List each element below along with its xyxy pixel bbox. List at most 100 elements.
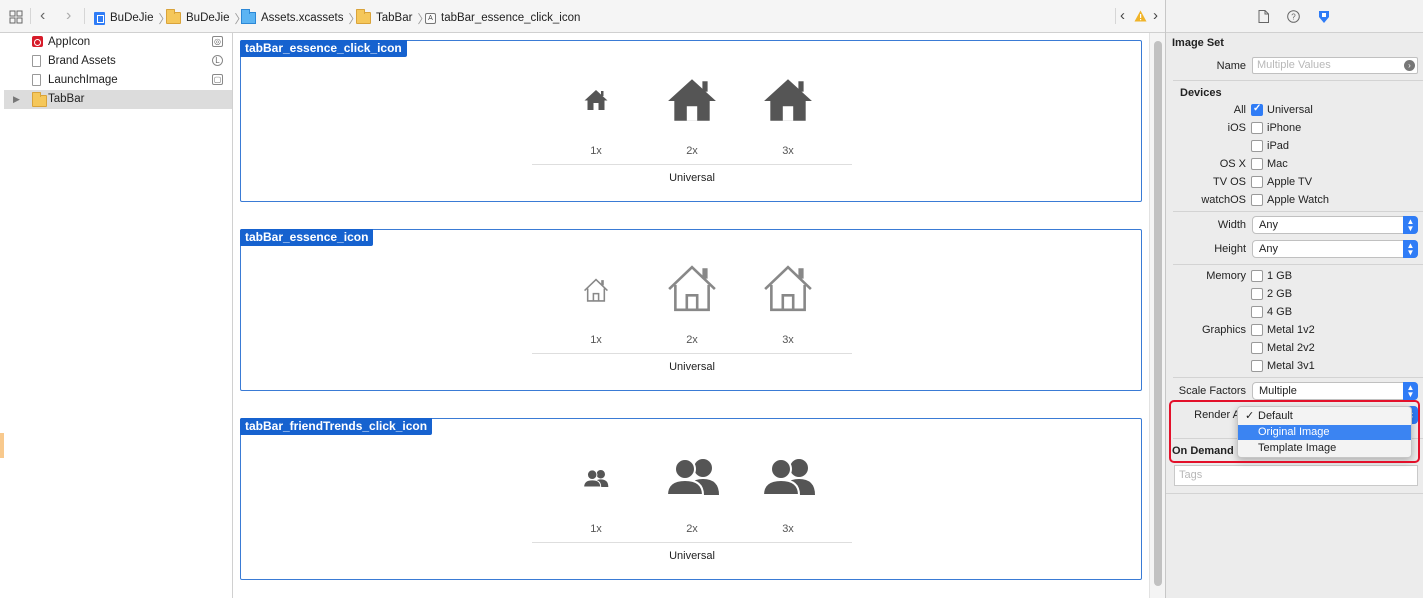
slot-3x-image[interactable] [762,264,814,312]
vertical-scrollbar[interactable] [1149,33,1165,598]
app-icon [32,36,43,47]
people-filled-icon [761,458,815,495]
checkbox-label: iPad [1267,140,1290,152]
nav-item-brand-assets[interactable]: Brand Assets L [4,52,232,71]
launch-badge-icon: ▢ [212,74,223,85]
slot-label-3x: 3x [782,334,794,346]
device-label-watchos: watchOS [1201,194,1246,206]
brand-assets-icon [32,55,41,67]
divider [1173,80,1423,81]
slot-3x-image[interactable] [762,77,814,123]
folder-icon [32,92,47,107]
image-set-card[interactable]: tabBar_essence_icon 1x 2x 3x Universal [240,229,1142,391]
slot-1x-image[interactable] [583,278,609,302]
divider [1173,211,1423,212]
back-icon[interactable]: ‹ [40,8,45,24]
house-outline-icon [668,265,716,312]
tags-placeholder: Tags [1179,469,1203,481]
checkbox-ipad[interactable] [1251,140,1263,152]
image-set-title[interactable]: tabBar_essence_click_icon [240,40,407,57]
breadcrumb-project[interactable]: BuDeJie 〉 [94,10,170,26]
checkbox-4gb[interactable] [1251,306,1263,318]
house-outline-icon [764,265,812,312]
checkbox-apple-watch[interactable] [1251,194,1263,206]
editor-edge-marker [0,433,4,458]
checkbox-2gb[interactable] [1251,288,1263,300]
slot-2x-image[interactable] [666,77,718,123]
attributes-inspector-icon[interactable] [1317,10,1331,24]
slot-2x-image[interactable] [666,264,718,312]
name-field[interactable]: Multiple Values › [1252,57,1418,74]
devices-section-title: Devices [1180,87,1222,99]
previous-issue-icon[interactable]: ‹ [1120,8,1125,23]
warning-icon[interactable] [1134,10,1147,22]
file-inspector-icon[interactable] [1258,10,1269,23]
checkbox-metal-3v1[interactable] [1251,360,1263,372]
width-value: Any [1259,219,1278,231]
asset-catalog-icon [241,9,256,24]
updown-arrows-icon: ▲▼ [1403,216,1418,234]
breadcrumb-image-set[interactable]: A tabBar_essence_click_icon [425,10,580,26]
name-field-placeholder: Multiple Values [1257,59,1331,71]
divider [532,542,852,543]
device-label-osx: OS X [1219,158,1246,170]
checkbox-mac[interactable] [1251,158,1263,170]
breadcrumb-folder[interactable]: TabBar 〉 [356,9,429,26]
width-label: Width [1217,219,1246,231]
quick-help-icon[interactable]: ? [1287,10,1300,23]
divider [30,8,31,24]
slot-label-1x: 1x [590,145,602,157]
scrollbar-thumb[interactable] [1154,41,1162,586]
breadcrumb-group[interactable]: BuDeJie 〉 [166,9,246,26]
image-set-title[interactable]: tabBar_friendTrends_click_icon [240,418,433,435]
image-set-card[interactable]: tabBar_friendTrends_click_icon 1x 2x 3x … [240,418,1142,580]
slot-label-3x: 3x [782,145,794,157]
idiom-label: Universal [669,361,715,373]
checkbox-label: iPhone [1267,122,1302,134]
slot-3x-image[interactable] [761,457,817,495]
app-icon-badge-icon: ◎ [212,36,223,47]
graphics-label: Graphics [1201,324,1246,336]
breadcrumb-label: BuDeJie [186,12,230,24]
updown-arrows-icon: ▲▼ [1403,240,1418,258]
checkbox-label: 4 GB [1267,306,1293,318]
slot-label-1x: 1x [590,523,602,535]
people-filled-icon [665,458,719,495]
checkbox-metal-2v2[interactable] [1251,342,1263,354]
breadcrumb-asset-catalog[interactable]: Assets.xcassets 〉 [241,9,360,26]
divider [1166,493,1423,494]
height-popup[interactable]: Any ▲ ▼ [1252,240,1418,258]
checkbox-apple-tv[interactable] [1251,176,1263,188]
slot-label-2x: 2x [686,145,698,157]
house-filled-icon [584,90,608,110]
next-issue-icon[interactable]: › [1153,8,1158,23]
image-set-card[interactable]: tabBar_essence_click_icon 1x 2x 3x Unive… [240,40,1142,202]
slot-1x-image[interactable] [582,469,610,487]
checkbox-universal[interactable] [1251,103,1263,116]
breadcrumb-label: BuDeJie [110,12,154,24]
slot-label-2x: 2x [686,523,698,535]
nav-item-tabbar[interactable]: ▶ TabBar [4,90,232,109]
checkbox-label: Apple Watch [1267,194,1329,206]
breadcrumb-label: Assets.xcassets [261,12,344,24]
forward-icon[interactable]: › [66,8,71,24]
scale-factors-popup[interactable]: Multiple ▲ ▼ [1252,382,1418,400]
checkbox-iphone[interactable] [1251,122,1263,134]
related-items-icon[interactable] [9,10,23,24]
checkbox-1gb[interactable] [1251,270,1263,282]
arrow-right-circle-icon[interactable]: › [1404,60,1415,71]
image-set-icon: A [425,12,436,24]
nav-item-label: LaunchImage [48,74,118,86]
slot-1x-image[interactable] [583,89,609,111]
nav-item-launch-image[interactable]: LaunchImage ▢ [4,71,232,90]
width-popup[interactable]: Any ▲ ▼ [1252,216,1418,234]
tags-field[interactable]: Tags [1174,465,1418,486]
image-set-title[interactable]: tabBar_essence_icon [240,229,374,246]
slot-2x-image[interactable] [665,457,721,495]
disclosure-triangle-icon[interactable]: ▶ [13,90,20,109]
nav-item-appicon[interactable]: AppIcon ◎ [4,33,232,52]
checkbox-label: 1 GB [1267,270,1293,282]
divider [1115,8,1116,24]
asset-canvas: tabBar_essence_click_icon 1x 2x 3x Unive… [233,33,1149,598]
checkbox-metal-1v2[interactable] [1251,324,1263,336]
